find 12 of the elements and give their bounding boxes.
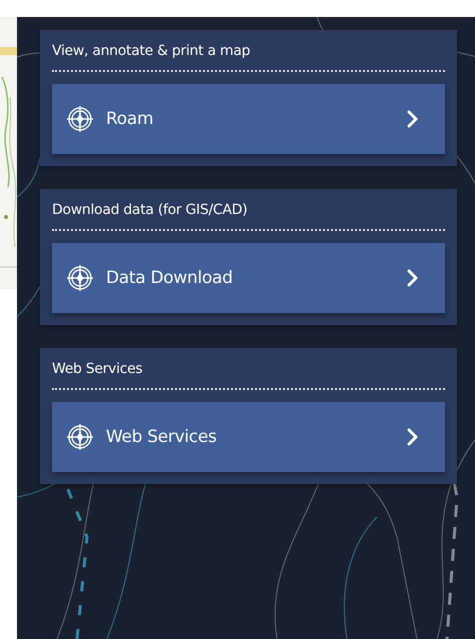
compass-icon [66,423,94,451]
compass-icon [66,264,94,292]
nav-button[interactable]: Data Download [52,243,445,313]
chevron-right-icon [407,110,419,128]
chevron-right-icon [407,428,419,446]
section-heading: Download data (for GIS/CAD) [52,201,445,231]
section-heading: View, annotate & print a map [52,42,445,72]
nav-button[interactable]: Roam [52,84,445,154]
compass-icon [66,105,94,133]
chevron-right-icon [407,269,419,287]
nav-button[interactable]: Web Services [52,402,445,472]
section-heading: Web Services [52,360,445,390]
